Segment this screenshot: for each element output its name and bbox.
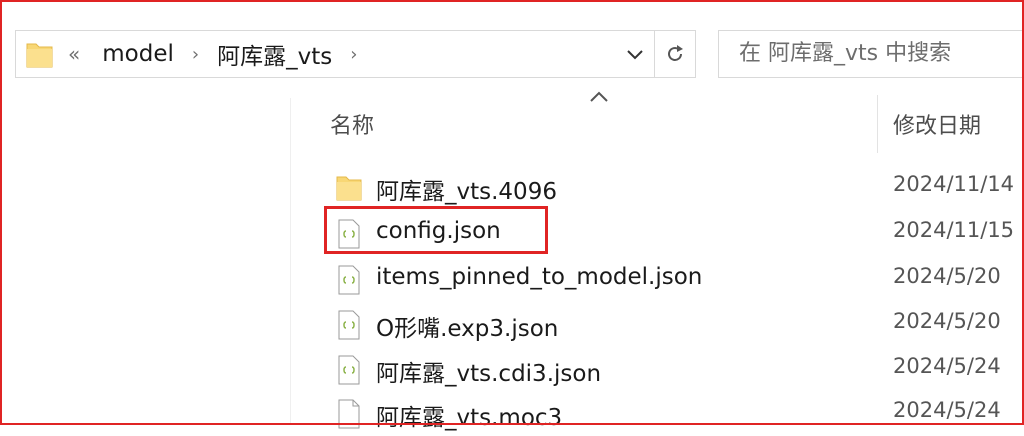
address-bar[interactable]: « model › 阿库露_vts › — [15, 30, 655, 78]
json-file-icon — [338, 265, 360, 295]
file-name: 阿库露_vts.moc3 — [376, 405, 563, 431]
breadcrumb-item-model[interactable]: model — [102, 41, 174, 67]
column-header-date[interactable]: 修改日期 — [893, 108, 981, 140]
file-icon — [338, 399, 360, 429]
column-divider[interactable] — [877, 95, 878, 153]
refresh-icon — [668, 45, 683, 61]
file-name: O形嘴.exp3.json — [376, 316, 559, 342]
file-date: 2024/11/14 — [893, 172, 1015, 196]
list-item[interactable]: 阿库露_vts.4096 2024/11/14 — [330, 166, 1024, 210]
breadcrumb-item-current[interactable]: 阿库露_vts — [217, 37, 332, 71]
file-date: 2024/11/15 — [893, 218, 1015, 242]
sort-ascending-icon — [590, 91, 608, 102]
file-date: 2024/5/20 — [893, 264, 1001, 288]
breadcrumb: « model › 阿库露_vts › — [68, 31, 375, 77]
refresh-button[interactable] — [655, 30, 696, 78]
list-item[interactable]: 阿库露_vts.moc3 2024/5/24 — [330, 392, 1024, 436]
chevron-down-icon[interactable] — [624, 43, 646, 65]
highlight-box — [324, 206, 548, 254]
folder-icon — [26, 43, 53, 68]
file-date: 2024/5/20 — [893, 309, 1001, 333]
file-date: 2024/5/24 — [893, 354, 1001, 378]
overflow-chevron-icon[interactable]: « — [68, 42, 80, 66]
nav-pane-divider[interactable] — [290, 98, 291, 425]
file-date: 2024/5/24 — [893, 398, 1001, 422]
file-name: items_pinned_to_model.json — [376, 264, 703, 290]
json-file-icon — [338, 355, 360, 385]
list-item[interactable]: items_pinned_to_model.json 2024/5/20 — [330, 258, 1024, 302]
breadcrumb-separator-icon[interactable]: › — [350, 44, 357, 65]
breadcrumb-separator-icon[interactable]: › — [192, 44, 199, 65]
search-input[interactable]: 在 阿库露_vts 中搜索 — [718, 30, 1024, 78]
file-name: 阿库露_vts.cdi3.json — [376, 361, 602, 387]
column-header-name[interactable]: 名称 — [330, 108, 374, 140]
folder-icon — [336, 176, 362, 201]
file-name: 阿库露_vts.4096 — [376, 179, 557, 205]
list-item[interactable]: 阿库露_vts.cdi3.json 2024/5/24 — [330, 348, 1024, 392]
json-file-icon — [338, 310, 360, 340]
list-item[interactable]: O形嘴.exp3.json 2024/5/20 — [330, 303, 1024, 347]
